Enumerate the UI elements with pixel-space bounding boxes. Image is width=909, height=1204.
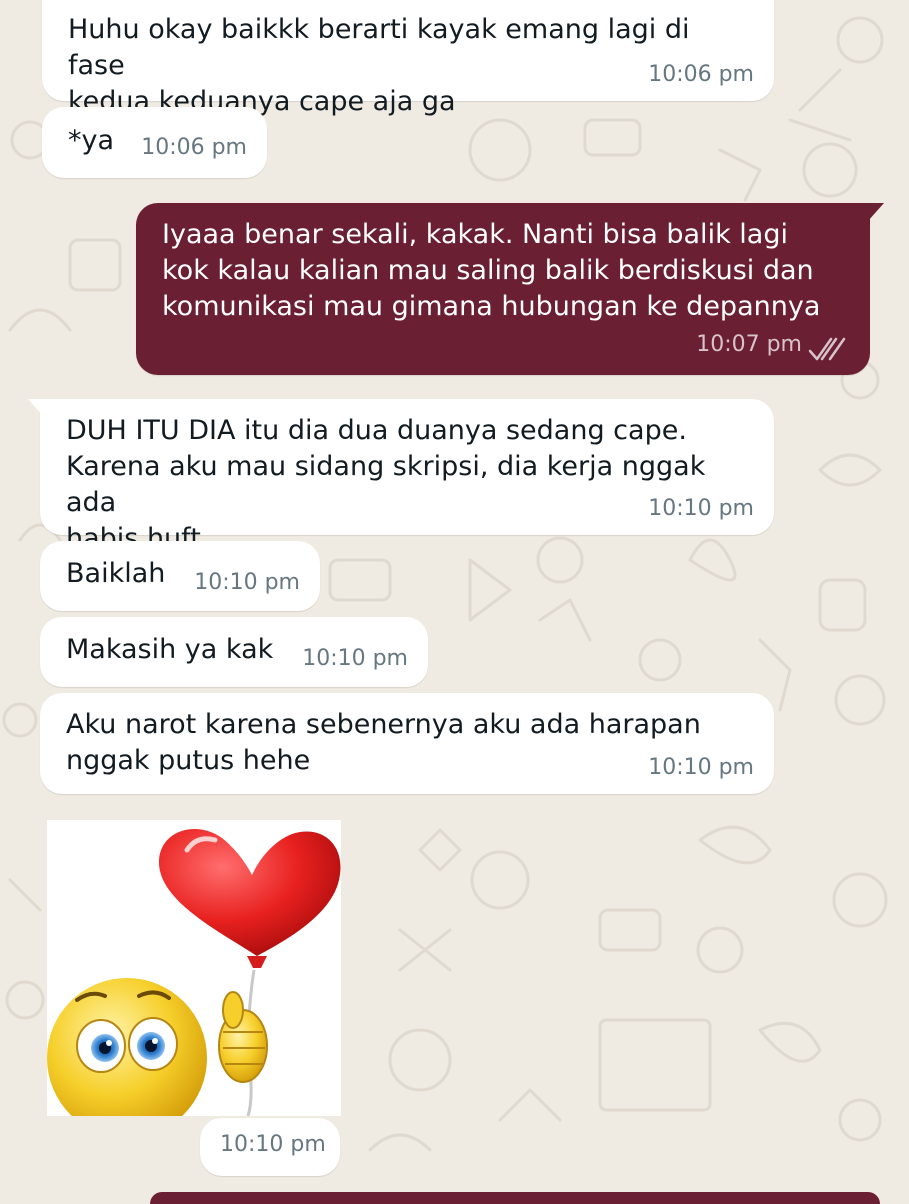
message-bubble-incoming[interactable]: DUH ITU DIA itu dia dua duanya sedang ca…	[28, 399, 774, 554]
message-bubble-incoming[interactable]: *ya 10:06 pm	[42, 107, 267, 178]
message-bubble-incoming[interactable]: Makasih ya kak 10:10 pm	[40, 617, 428, 687]
message-bubble-incoming[interactable]: Aku narot karena sebenernya aku ada hara…	[40, 693, 774, 794]
message-timestamp: 10:10 pm	[302, 646, 408, 671]
message-timestamp: 10:07 pm	[696, 332, 802, 357]
message-bubble-incoming[interactable]: Huhu okay baikkk berarti kayak emang lag…	[42, 0, 774, 117]
message-timestamp: 10:06 pm	[141, 135, 247, 160]
bubble-tail-icon	[28, 399, 44, 417]
message-text: Iyaaa benar sekali, kakak. Nanti bisa ba…	[162, 219, 821, 322]
message-timestamp: 10:10 pm	[648, 755, 754, 780]
message-timestamp: 10:10 pm	[220, 1132, 326, 1157]
message-bubble-outgoing[interactable]: Iyaaa benar sekali, kakak. Nanti bisa ba…	[136, 203, 884, 375]
message-timestamp: 10:06 pm	[648, 62, 754, 87]
message-timestamp: 10:10 pm	[194, 570, 300, 595]
read-ticks-icon	[808, 337, 846, 361]
message-text: DUH ITU DIA itu dia dua duanya sedang ca…	[66, 415, 706, 554]
message-bubble-outgoing[interactable]	[150, 1192, 880, 1204]
sticker-timestamp-pill: 10:10 pm	[200, 1118, 340, 1176]
smiley-holding-heart-balloon-sticker[interactable]	[47, 820, 341, 1116]
bubble-tail-icon	[868, 203, 884, 221]
message-timestamp: 10:10 pm	[648, 496, 754, 521]
message-bubble-incoming[interactable]: Baiklah 10:10 pm	[40, 541, 320, 611]
